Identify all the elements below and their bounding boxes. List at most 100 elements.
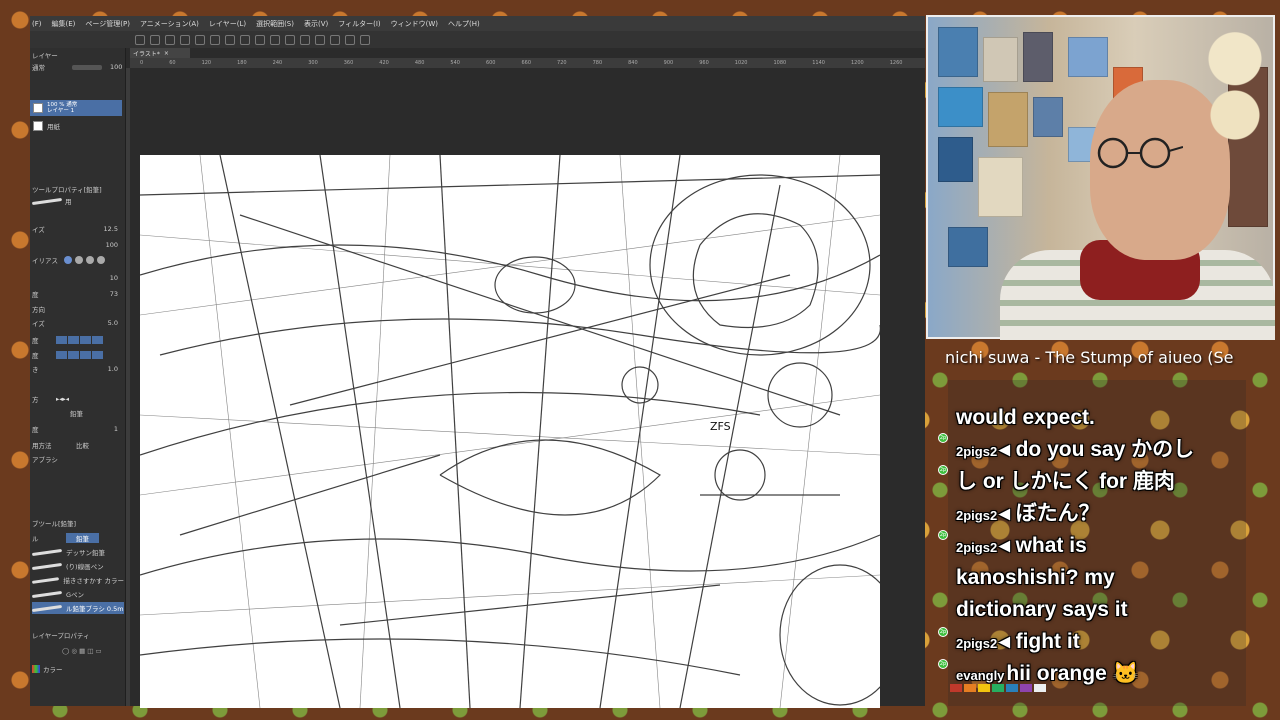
layer-property-header: レイヤープロパティ (32, 632, 90, 640)
blend-mode-row[interactable]: 通常 100 (32, 62, 122, 72)
open-file-icon[interactable] (150, 34, 160, 45)
tab-subtool-1[interactable]: ル (32, 533, 39, 543)
prop-mix-method[interactable]: 用方法 比較 (32, 440, 124, 450)
prop-spacing[interactable]: き 1.0 (32, 364, 124, 374)
command-toolbar (30, 31, 925, 48)
prop-stabilization[interactable]: 10 (32, 273, 124, 283)
close-icon[interactable]: × (164, 50, 169, 57)
brush-item[interactable]: Gペン (31, 588, 124, 600)
prop-size[interactable]: イズ 12.5 (32, 224, 124, 234)
menu-layer[interactable]: レイヤー(L) (209, 19, 246, 29)
prop-method[interactable]: 方 ▸◂▸◂ (32, 394, 124, 404)
now-playing-ticker: nichi suwa - The Stump of aiueo (Se (945, 348, 1234, 367)
prop-opacity[interactable]: 100 (32, 240, 124, 250)
ruler-tick: 720 (557, 60, 567, 66)
menu-edit[interactable]: 編集(E) (52, 19, 76, 29)
clear-icon[interactable] (225, 34, 235, 45)
drawing-canvas[interactable]: ZFS (140, 155, 880, 708)
tool-property-header: ツールプロパティ[鉛筆] (32, 186, 102, 194)
menu-file[interactable]: (F) (32, 20, 42, 28)
color-swatch (950, 684, 962, 692)
ruler-tick: 180 (237, 60, 247, 66)
crop-icon[interactable] (270, 34, 280, 45)
ruler-tick: 900 (663, 60, 674, 66)
layer-panel-header: レイヤー (32, 52, 58, 60)
menu-selection[interactable]: 選択範囲(S) (256, 19, 294, 29)
glasses-icon (1097, 137, 1183, 169)
color-mode-select[interactable]: カラー (32, 664, 63, 674)
menu-page[interactable]: ページ管理(P) (85, 19, 130, 29)
chat-message: 2pigs2◂ ぼたん？ (956, 502, 1100, 525)
prop-antialias[interactable]: イリアス (32, 255, 124, 265)
layer-thumbnail (33, 121, 43, 131)
color-swatch (1020, 684, 1032, 692)
prop-degree[interactable]: 度 1 (32, 424, 124, 434)
ruler-tick: 600 (485, 60, 496, 66)
menu-filter[interactable]: フィルター(I) (338, 19, 380, 29)
chat-username: 2pigs2 (956, 508, 998, 523)
transform-icon[interactable] (255, 34, 265, 45)
layer-item-paper[interactable]: 用紙 (30, 118, 122, 134)
tool-name: 用 (31, 196, 72, 206)
left-panel: レイヤー 通常 100 100 % 通常 レイヤー 1 用紙 ツールプロパティ[… (30, 48, 126, 706)
snap-icon[interactable] (315, 34, 325, 45)
color-swatch (992, 684, 1004, 692)
antialias-options[interactable] (64, 256, 105, 264)
ruler-icon[interactable] (330, 34, 340, 45)
sub-badge-icon: 2p (938, 627, 948, 637)
menu-animation[interactable]: アニメーション(A) (140, 19, 199, 29)
chat-username: 2pigs2 (956, 444, 998, 459)
undo-icon[interactable] (195, 34, 205, 45)
opacity-slider[interactable] (72, 65, 102, 70)
redo-icon[interactable] (210, 34, 220, 45)
tab-pencil[interactable]: 鉛筆 (66, 533, 99, 543)
chat-username: evangly (956, 668, 1005, 683)
ruler-tick: 300 (308, 60, 318, 66)
fill-icon[interactable] (240, 34, 250, 45)
ruler-tick: 540 (450, 60, 460, 66)
prop-pencil[interactable]: 鉛筆 (32, 408, 124, 418)
prop-grain-size[interactable]: イズ 5.0 (32, 318, 124, 328)
plush-toy (1195, 15, 1275, 140)
chat-separator-icon: ◂ (999, 534, 1016, 557)
blend-mode-select[interactable]: 通常 (32, 62, 45, 72)
chat-username: 2pigs2 (956, 540, 998, 555)
help-icon[interactable] (360, 34, 370, 45)
chat-message: 2pigs2◂ fight it (956, 630, 1080, 653)
chat-username: 2pigs2 (956, 636, 998, 651)
prop-airbrush[interactable]: アブラシ (32, 454, 124, 464)
sketch-drawing: ZFS (140, 155, 880, 708)
layer-name: 100 % 通常 レイヤー 1 (47, 102, 78, 114)
layer-property-icons[interactable]: ◯ ◎ ▦ ◫ ▭ (32, 646, 124, 656)
brush-item[interactable]: デッサン鉛筆 (31, 546, 124, 558)
prop-texture-density[interactable]: 度 (32, 350, 124, 360)
layer-item-1[interactable]: 100 % 通常 レイヤー 1 (30, 100, 122, 116)
prop-density[interactable]: 度 73 (32, 289, 124, 299)
menu-window[interactable]: ウィンドウ(W) (391, 19, 438, 29)
subtool-header: ブツール[鉛筆] (32, 520, 77, 528)
menu-help[interactable]: ヘルプ(H) (448, 19, 480, 29)
save-icon[interactable] (165, 34, 175, 45)
export-icon[interactable] (180, 34, 190, 45)
brush-item-selected[interactable]: ル鉛筆ブラシ 0.5m (31, 602, 124, 614)
chat-message: 2pigs2◂ do you say かのし (956, 438, 1195, 461)
menu-view[interactable]: 表示(V) (304, 19, 328, 29)
layer-name: 用紙 (47, 123, 60, 131)
chat-message: kanoshishi? my (956, 566, 1115, 589)
prop-direction[interactable]: 方向 (32, 304, 124, 314)
prop-texture[interactable]: 度 (32, 335, 124, 345)
ruler-tick: 1080 (773, 60, 787, 66)
brush-item[interactable]: 描きさすかす カラー (31, 574, 124, 586)
cat-emote-icon: 🐱 (1106, 662, 1139, 685)
subtool-tabs: ル 鉛筆 (32, 533, 124, 543)
new-file-icon[interactable] (135, 34, 145, 45)
document-tab[interactable]: イラスト* × (130, 48, 190, 58)
menu-bar: (F) 編集(E) ページ管理(P) アニメーション(A) レイヤー(L) 選択… (30, 16, 925, 31)
chat-overlay: would expect. 2pigs2◂ do you say かのし し o… (948, 380, 1246, 706)
ruler-tick: 1260 (889, 60, 903, 66)
brush-item[interactable]: (り)線画ペン (31, 560, 124, 572)
deselect-icon[interactable] (285, 34, 295, 45)
invert-selection-icon[interactable] (300, 34, 310, 45)
ruler-tick: 1020 (734, 60, 748, 66)
pen-icon[interactable] (345, 34, 355, 45)
